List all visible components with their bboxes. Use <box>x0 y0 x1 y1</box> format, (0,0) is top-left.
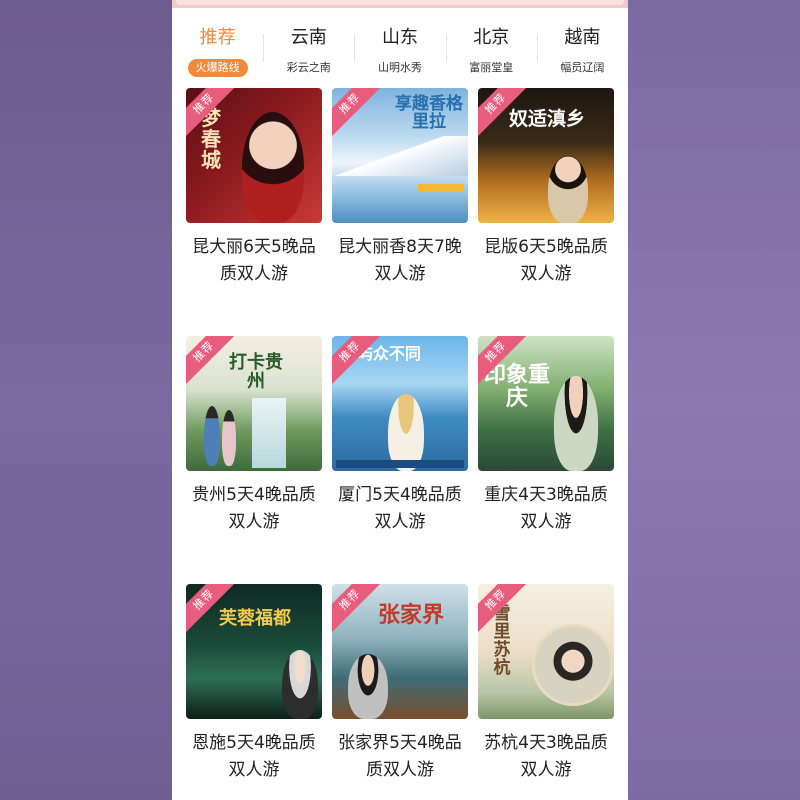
product-title: 厦门5天4晚品质双人游 <box>338 485 462 532</box>
product-card[interactable]: 芙蓉福都 推荐 恩施5天4晚品质双人游 <box>186 584 322 784</box>
app-screen: 推荐 火爆路线 云南 彩云之南 山东 山明水秀 北京 富丽堂皇 越南 幅员辽阔 … <box>172 0 628 800</box>
tab-subtitle: 彩云之南 <box>286 61 331 74</box>
product-image[interactable]: 张家界 推荐 <box>332 584 468 719</box>
product-card[interactable]: 张家界 推荐 张家界5天4晚品质双人游 <box>332 584 468 784</box>
background-left <box>0 0 172 800</box>
person-figure <box>282 650 318 719</box>
tab-shandong[interactable]: 山东 山明水秀 <box>354 18 445 80</box>
tab-title: 越南 <box>564 27 601 48</box>
product-card[interactable]: 享趣香格里拉 推荐 昆大丽香8天7晚双人游 <box>332 88 468 288</box>
product-title: 张家界5天4晚品质双人游 <box>338 733 462 780</box>
poster-text: 芙蓉福都 <box>219 608 291 629</box>
tab-beijing[interactable]: 北京 富丽堂皇 <box>445 18 537 80</box>
category-tabs: 推荐 火爆路线 云南 彩云之南 山东 山明水秀 北京 富丽堂皇 越南 幅员辽阔 <box>172 18 628 80</box>
poster-text: 享趣香格里拉 <box>395 94 463 132</box>
product-card[interactable]: 打卡贵州 推荐 贵州5天4晚品质双人游 <box>186 336 322 536</box>
tab-subtitle: 山明水秀 <box>378 61 422 74</box>
background-right <box>628 0 800 800</box>
poster-banner <box>418 184 464 192</box>
product-card[interactable]: 屿众不同 推荐 厦门5天4晚品质双人游 <box>332 336 468 536</box>
product-image[interactable]: 享趣香格里拉 推荐 <box>332 88 468 223</box>
product-image[interactable]: 奴适滇乡 推荐 <box>478 88 614 223</box>
tab-subtitle: 富丽堂皇 <box>469 61 514 74</box>
person-figure <box>348 654 388 719</box>
tab-yunnan[interactable]: 云南 彩云之南 <box>263 18 354 80</box>
tab-recommend[interactable]: 推荐 火爆路线 <box>172 18 263 80</box>
product-title: 苏杭4天3晚品质双人游 <box>484 733 608 780</box>
product-card[interactable]: 梦春城 推荐 昆大丽6天5晚品质双人游 <box>186 88 322 288</box>
mountain-shape <box>332 136 468 176</box>
tab-subtitle: 火爆路线 <box>187 59 248 77</box>
product-title: 恩施5天4晚品质双人游 <box>192 733 316 780</box>
poster-text: 印象重庆 <box>484 363 551 412</box>
product-card[interactable]: 印象重庆 推荐 重庆4天3晚品质双人游 <box>478 336 614 536</box>
product-image[interactable]: 芙蓉福都 推荐 <box>186 584 322 719</box>
poster-banner <box>336 460 464 468</box>
person-figure <box>222 410 236 466</box>
person-figure <box>554 376 598 471</box>
tab-title: 推荐 <box>199 27 236 48</box>
round-frame <box>532 624 614 706</box>
product-image[interactable]: 梦春城 推荐 <box>186 88 322 223</box>
waterfall-shape <box>252 398 286 468</box>
person-figure <box>242 112 304 223</box>
product-card[interactable]: 奴适滇乡 推荐 昆版6天5晚品质双人游 <box>478 88 614 288</box>
product-title: 昆大丽6天5晚品质双人游 <box>192 237 316 284</box>
product-image[interactable]: 印象重庆 推荐 <box>478 336 614 471</box>
product-image[interactable]: 屿众不同 推荐 <box>332 336 468 471</box>
recommend-badge: 推荐 <box>332 88 386 140</box>
tab-subtitle: 幅员辽阔 <box>560 61 605 74</box>
top-edge <box>172 0 628 8</box>
product-title: 贵州5天4晚品质双人游 <box>192 485 316 532</box>
poster-text: 奴适滇乡 <box>508 108 585 130</box>
tab-title: 北京 <box>473 27 510 48</box>
poster-text: 打卡贵州 <box>229 352 283 392</box>
tab-title: 山东 <box>382 27 418 48</box>
person-figure <box>548 156 588 223</box>
product-title: 昆大丽香8天7晚双人游 <box>338 237 462 284</box>
product-title: 重庆4天3晚品质双人游 <box>484 485 608 532</box>
product-image[interactable]: 打卡贵州 推荐 <box>186 336 322 471</box>
poster-text: 张家界 <box>377 603 444 628</box>
product-title: 昆版6天5晚品质双人游 <box>484 237 608 284</box>
tab-vietnam[interactable]: 越南 幅员辽阔 <box>536 18 628 80</box>
product-image[interactable]: 雪里苏杭 推荐 <box>478 584 614 719</box>
tab-title: 云南 <box>290 27 327 48</box>
person-figure <box>204 406 220 466</box>
product-card[interactable]: 雪里苏杭 推荐 苏杭4天3晚品质双人游 <box>478 584 614 784</box>
